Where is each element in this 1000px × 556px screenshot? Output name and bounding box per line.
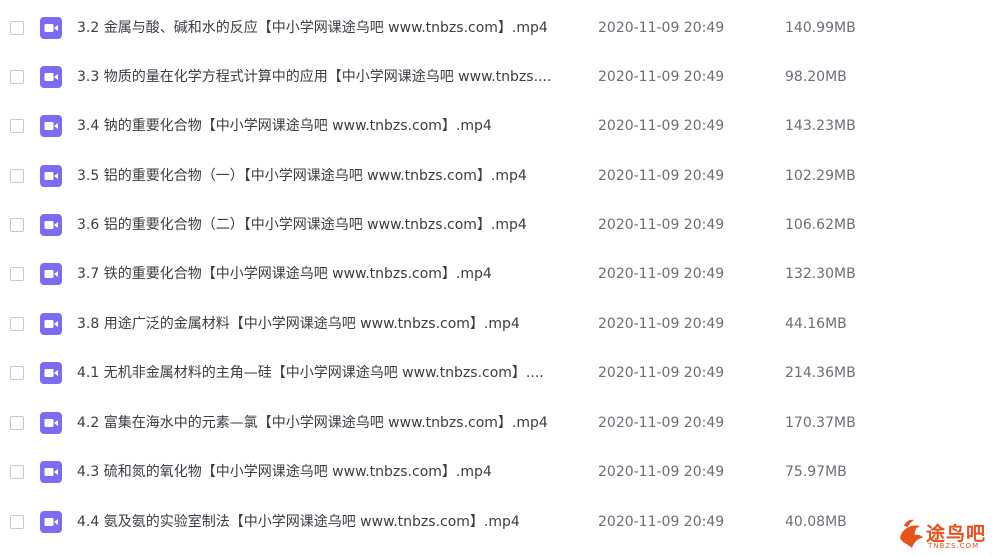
file-size: 170.37MB: [785, 415, 856, 431]
file-size: 143.23MB: [785, 118, 856, 134]
file-name[interactable]: 4.4 氨及氨的实验室制法【中小学网课途乌吧 www.tnbzs.com】.mp…: [77, 497, 520, 547]
file-name[interactable]: 3.3 物质的量在化学方程式计算中的应用【中小学网课途乌吧 www.tnbzs.…: [77, 52, 551, 102]
video-file-icon: [40, 412, 62, 434]
list-item[interactable]: 3.6 铝的重要化合物（二）【中小学网课途乌吧 www.tnbzs.com】.m…: [0, 200, 1000, 250]
file-date: 2020-11-09 20:49: [598, 168, 725, 184]
file-size: 132.30MB: [785, 266, 856, 282]
list-item[interactable]: 3.3 物质的量在化学方程式计算中的应用【中小学网课途乌吧 www.tnbzs.…: [0, 52, 1000, 102]
file-date: 2020-11-09 20:49: [598, 69, 725, 85]
file-name[interactable]: 4.2 富集在海水中的元素—氯【中小学网课途乌吧 www.tnbzs.com】.…: [77, 398, 548, 448]
select-checkbox[interactable]: [10, 515, 24, 529]
list-item[interactable]: 3.8 用途广泛的金属材料【中小学网课途乌吧 www.tnbzs.com】.mp…: [0, 299, 1000, 349]
file-size: 40.08MB: [785, 514, 847, 530]
file-name[interactable]: 3.5 铝的重要化合物（一）【中小学网课途乌吧 www.tnbzs.com】.m…: [77, 151, 527, 201]
file-date: 2020-11-09 20:49: [598, 365, 725, 381]
video-file-icon: [40, 313, 62, 335]
select-checkbox[interactable]: [10, 317, 24, 331]
file-date: 2020-11-09 20:49: [598, 266, 725, 282]
video-file-icon: [40, 214, 62, 236]
video-file-icon: [40, 17, 62, 39]
file-size: 44.16MB: [785, 316, 847, 332]
list-item[interactable]: 4.2 富集在海水中的元素—氯【中小学网课途乌吧 www.tnbzs.com】.…: [0, 398, 1000, 448]
file-size: 102.29MB: [785, 168, 856, 184]
select-checkbox[interactable]: [10, 366, 24, 380]
file-date: 2020-11-09 20:49: [598, 316, 725, 332]
file-name[interactable]: 3.4 钠的重要化合物【中小学网课途乌吧 www.tnbzs.com】.mp4: [77, 101, 492, 151]
bird-logo-icon: [900, 519, 923, 548]
select-checkbox[interactable]: [10, 169, 24, 183]
video-file-icon: [40, 362, 62, 384]
select-checkbox[interactable]: [10, 218, 24, 232]
file-name[interactable]: 4.3 硫和氮的氧化物【中小学网课途乌吧 www.tnbzs.com】.mp4: [77, 447, 492, 497]
file-name[interactable]: 3.8 用途广泛的金属材料【中小学网课途乌吧 www.tnbzs.com】.mp…: [77, 299, 520, 349]
file-size: 140.99MB: [785, 20, 856, 36]
list-item[interactable]: 3.4 钠的重要化合物【中小学网课途乌吧 www.tnbzs.com】.mp4 …: [0, 101, 1000, 151]
video-file-icon: [40, 461, 62, 483]
file-name[interactable]: 3.2 金属与酸、碱和水的反应【中小学网课途乌吧 www.tnbzs.com】.…: [77, 3, 548, 53]
select-checkbox[interactable]: [10, 70, 24, 84]
file-size: 106.62MB: [785, 217, 856, 233]
file-date: 2020-11-09 20:49: [598, 415, 725, 431]
file-name[interactable]: 3.7 铁的重要化合物【中小学网课途乌吧 www.tnbzs.com】.mp4: [77, 249, 492, 299]
list-item[interactable]: 3.7 铁的重要化合物【中小学网课途乌吧 www.tnbzs.com】.mp4 …: [0, 249, 1000, 299]
watermark-logo: 途鸟吧 TNBZS.COM: [896, 515, 996, 553]
video-file-icon: [40, 263, 62, 285]
list-item[interactable]: 4.1 无机非金属材料的主角—硅【中小学网课途乌吧 www.tnbzs.com】…: [0, 348, 1000, 398]
list-item[interactable]: 4.3 硫和氮的氧化物【中小学网课途乌吧 www.tnbzs.com】.mp4 …: [0, 447, 1000, 497]
select-checkbox[interactable]: [10, 119, 24, 133]
file-size: 75.97MB: [785, 464, 847, 480]
file-date: 2020-11-09 20:49: [598, 514, 725, 530]
select-checkbox[interactable]: [10, 21, 24, 35]
select-checkbox[interactable]: [10, 267, 24, 281]
file-size: 98.20MB: [785, 69, 847, 85]
video-file-icon: [40, 66, 62, 88]
file-date: 2020-11-09 20:49: [598, 217, 725, 233]
video-file-icon: [40, 511, 62, 533]
file-date: 2020-11-09 20:49: [598, 20, 725, 36]
file-name[interactable]: 4.1 无机非金属材料的主角—硅【中小学网课途乌吧 www.tnbzs.com】…: [77, 348, 544, 398]
video-file-icon: [40, 165, 62, 187]
select-checkbox[interactable]: [10, 416, 24, 430]
video-file-icon: [40, 115, 62, 137]
file-name[interactable]: 3.6 铝的重要化合物（二）【中小学网课途乌吧 www.tnbzs.com】.m…: [77, 200, 527, 250]
watermark-subtitle: TNBZS.COM: [928, 542, 980, 550]
list-item[interactable]: 3.2 金属与酸、碱和水的反应【中小学网课途乌吧 www.tnbzs.com】.…: [0, 3, 1000, 53]
select-checkbox[interactable]: [10, 465, 24, 479]
file-date: 2020-11-09 20:49: [598, 464, 725, 480]
list-item[interactable]: 4.4 氨及氨的实验室制法【中小学网课途乌吧 www.tnbzs.com】.mp…: [0, 497, 1000, 547]
list-item[interactable]: 3.5 铝的重要化合物（一）【中小学网课途乌吧 www.tnbzs.com】.m…: [0, 151, 1000, 201]
file-date: 2020-11-09 20:49: [598, 118, 725, 134]
file-list: 3.2 金属与酸、碱和水的反应【中小学网课途乌吧 www.tnbzs.com】.…: [0, 0, 1000, 556]
file-size: 214.36MB: [785, 365, 856, 381]
